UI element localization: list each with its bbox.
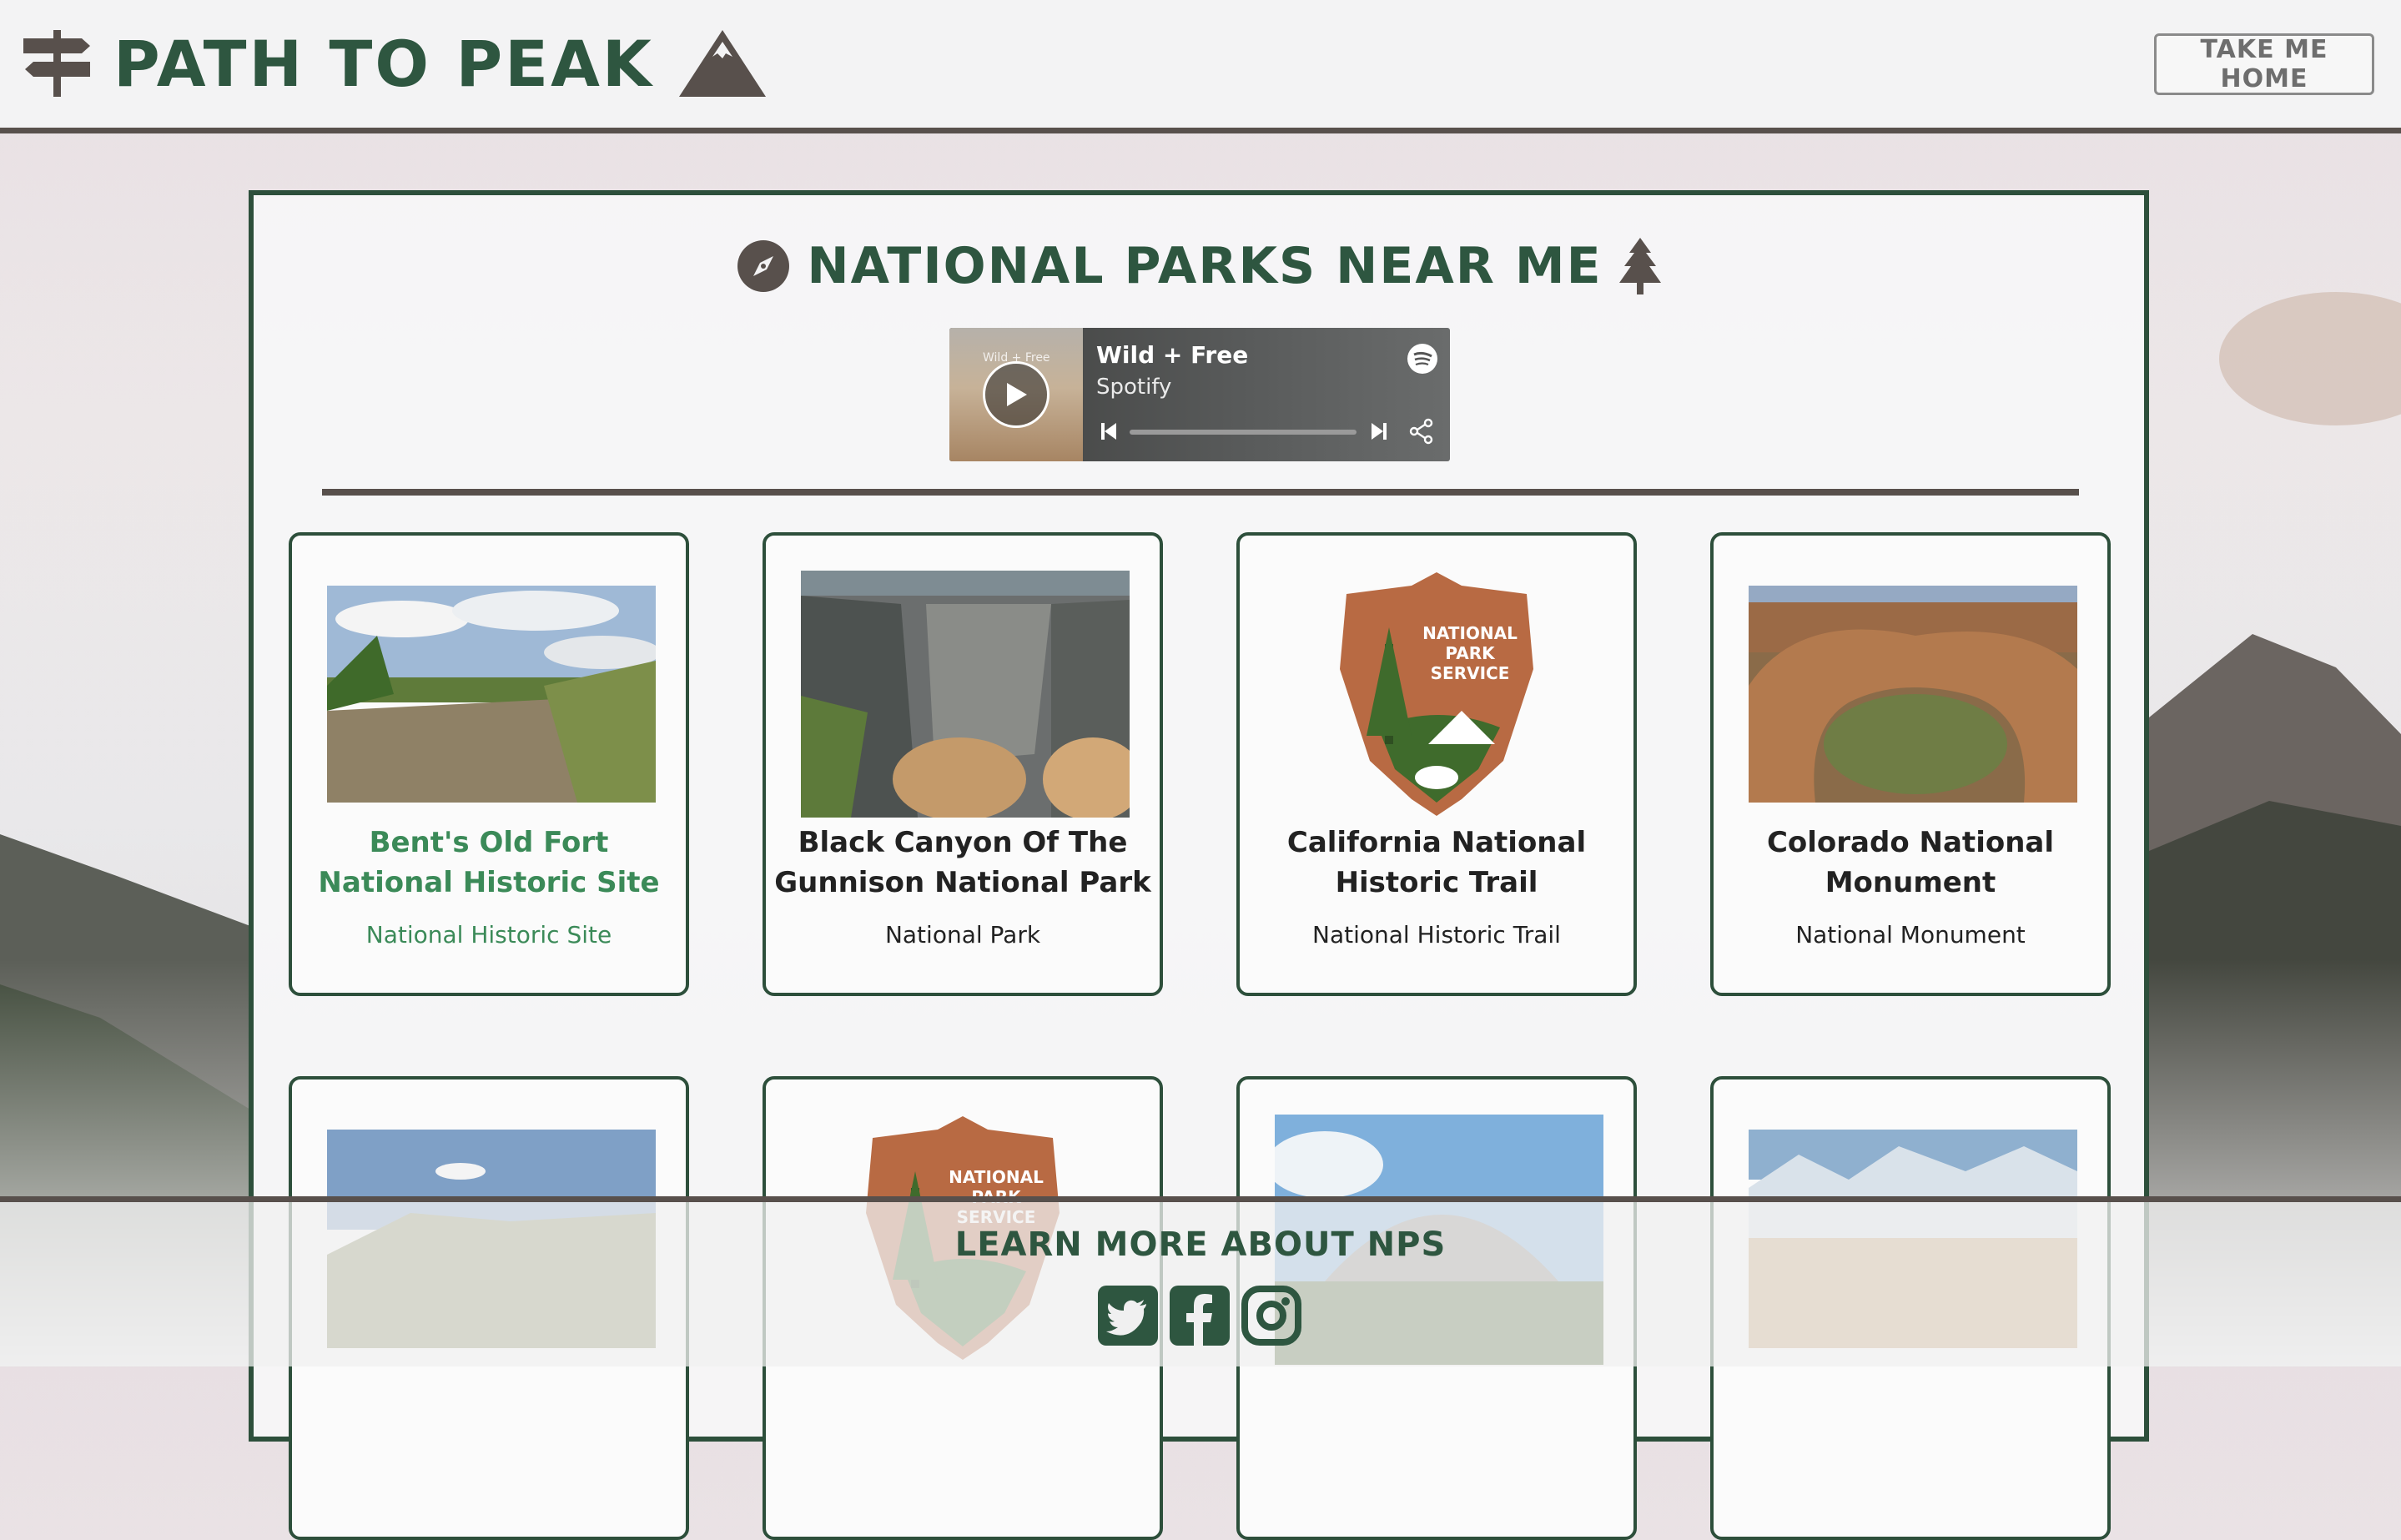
play-button[interactable] [983,361,1049,428]
park-name: Bent's Old Fort National Historic Site [318,826,660,899]
panel-heading: NATIONAL PARKS NEAR ME [254,237,2144,295]
brand-title: PATH TO PEAK [113,26,654,101]
park-card[interactable]: Colorado National Monument National Monu… [1710,532,2111,996]
share-icon[interactable] [1408,418,1435,445]
take-me-home-button[interactable]: TAKE ME HOME [2154,33,2374,95]
footer-bar: LEARN MORE ABOUT NPS [0,1196,2401,1366]
skip-back-icon[interactable] [1100,421,1118,441]
album-art: Wild + Free [949,328,1083,461]
park-type: National Park [884,921,1041,949]
brand-logo[interactable]: PATH TO PEAK [23,22,766,105]
pine-tree-icon [1618,238,1661,294]
track-artist[interactable]: Spotify [1096,375,1171,400]
park-name: Colorado National Monument [1766,826,2055,899]
track-title[interactable]: Wild + Free [1096,341,1248,369]
page-title: NATIONAL PARKS NEAR ME [807,237,1603,295]
park-card[interactable]: NATIONAL PARK SERVICE California National … [1236,532,1637,996]
park-type: National Historic Trail [1312,921,1561,949]
facebook-icon[interactable] [1170,1286,1230,1346]
player-info: Wild + Free Spotify [1083,328,1450,461]
park-name: California National Historic Trail [1286,826,1587,899]
instagram-icon[interactable] [1241,1286,1301,1346]
section-divider [322,489,2079,496]
top-navbar: PATH TO PEAK TAKE ME HOME [0,0,2401,133]
park-card[interactable]: Black Canyon Of The Gunnison National Pa… [763,532,1163,996]
spotify-icon[interactable] [1407,343,1438,375]
play-icon [1007,383,1027,406]
nps-arrowhead-logo: NATIONALPARKSERVICE [1340,572,1533,816]
skip-forward-icon[interactable] [1370,421,1388,441]
park-name: Black Canyon Of The Gunnison National Pa… [774,826,1151,899]
social-links [1098,1286,1301,1346]
spotify-player: Wild + Free Wild + Free Spotify [949,328,1450,461]
park-image-river [327,586,656,803]
signpost-icon [23,30,90,97]
park-type: National Historic Site [365,921,612,949]
twitter-icon[interactable] [1098,1286,1158,1346]
mountain-icon [678,30,766,97]
progress-bar[interactable] [1130,430,1357,435]
park-type: National Monument [1795,921,2026,949]
park-image-canyon [801,571,1130,818]
park-card[interactable]: Bent's Old Fort National Historic Site N… [289,532,689,996]
compass-icon [737,240,790,292]
park-image-arch [1749,586,2077,803]
footer-title: LEARN MORE ABOUT NPS [954,1225,1447,1264]
